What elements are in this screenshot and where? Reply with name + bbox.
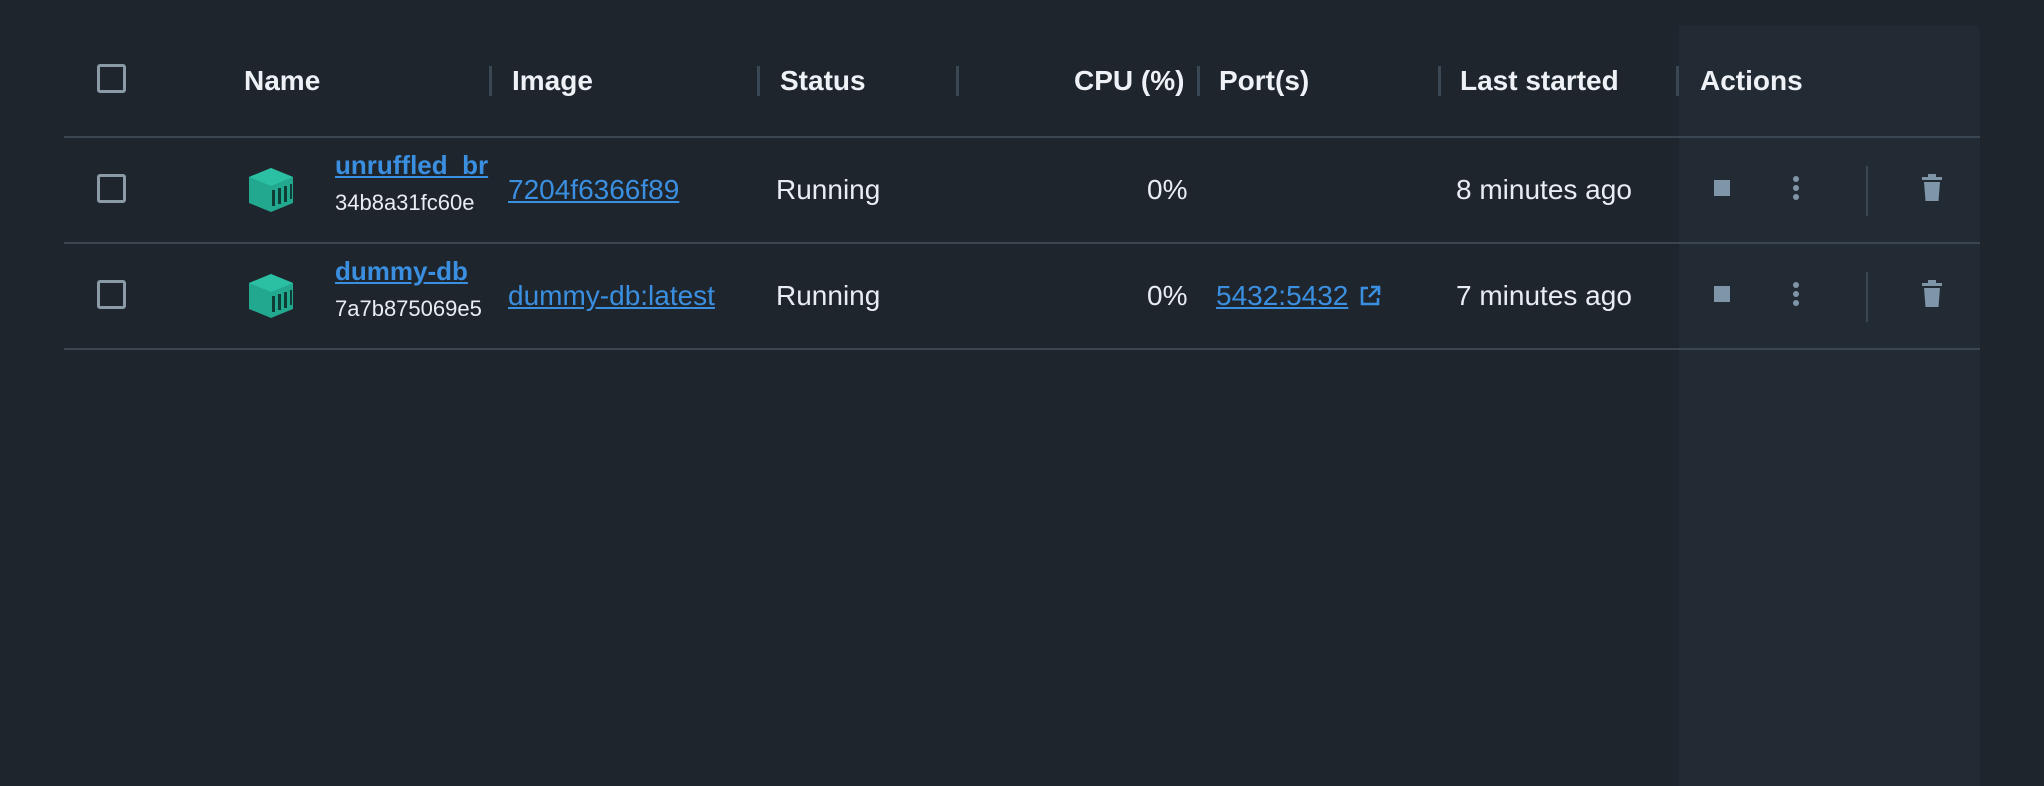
trash-icon[interactable] [1920,280,1944,308]
column-header-last-started-label: Last started [1460,65,1619,96]
column-header-image[interactable]: Image [512,26,593,136]
column-resize-handle[interactable] [956,66,959,96]
column-header-ports-label: Port(s) [1219,65,1310,96]
last-started-text: 7 minutes ago [1456,280,1632,311]
actions-divider [1866,166,1868,216]
row-select-checkbox[interactable] [97,280,126,309]
column-header-ports[interactable]: Port(s) [1219,26,1309,136]
column-header-status[interactable]: Status [780,26,866,136]
column-header-last-started[interactable]: Last started [1460,26,1619,136]
last-started-cell: 7 minutes ago [1456,244,1632,348]
select-all-checkbox[interactable] [97,64,126,93]
table-row[interactable]: dummy-db 7a7b875069e5 dummy-db:latest Ru… [64,244,1980,350]
column-header-image-label: Image [512,65,593,96]
column-resize-handle[interactable] [757,66,760,96]
row-select-checkbox[interactable] [97,174,126,203]
trash-icon[interactable] [1920,174,1944,202]
status-cell: Running [776,244,880,348]
stop-icon[interactable] [1712,284,1732,304]
table-row[interactable]: unruffled_br 34b8a31fc60e 7204f6366f89 R… [64,138,1980,244]
column-header-actions-label: Actions [1700,65,1803,96]
container-icon [249,168,293,212]
column-header-name-label: Name [244,65,321,96]
image-cell: dummy-db:latest [508,244,715,348]
actions-divider [1866,272,1868,322]
last-started-text: 8 minutes ago [1456,174,1632,205]
last-started-cell: 8 minutes ago [1456,138,1632,242]
status-text: Running [776,280,881,311]
column-header-name[interactable]: Name [244,26,320,136]
container-icon [249,274,293,318]
column-header-status-label: Status [780,65,866,96]
external-link-icon[interactable] [1358,284,1382,308]
image-link[interactable]: dummy-db:latest [508,280,715,312]
column-header-actions: Actions [1700,26,1803,136]
more-vertical-icon[interactable] [1790,280,1802,308]
column-resize-handle[interactable] [1438,66,1441,96]
cpu-value: 0% [1147,174,1188,205]
column-resize-handle[interactable] [489,66,492,96]
image-link[interactable]: 7204f6366f89 [508,174,679,206]
status-text: Running [776,174,881,205]
containers-table: Name Image Status CPU (%) Port(s) Last s… [64,26,1980,350]
cpu-value: 0% [1147,280,1188,311]
column-header-cpu[interactable]: CPU (%) [1074,26,1184,136]
cpu-cell: 0% [1147,244,1187,348]
column-header-cpu-label: CPU (%) [1074,65,1185,96]
stop-icon[interactable] [1712,178,1732,198]
table-header: Name Image Status CPU (%) Port(s) Last s… [64,26,1980,138]
port-link[interactable]: 5432:5432 [1216,280,1348,312]
column-resize-handle[interactable] [1676,66,1679,96]
status-cell: Running [776,138,880,242]
image-cell: 7204f6366f89 [508,138,679,242]
column-resize-handle[interactable] [1197,66,1200,96]
ports-cell: 5432:5432 [1216,244,1382,348]
cpu-cell: 0% [1147,138,1187,242]
more-vertical-icon[interactable] [1790,174,1802,202]
